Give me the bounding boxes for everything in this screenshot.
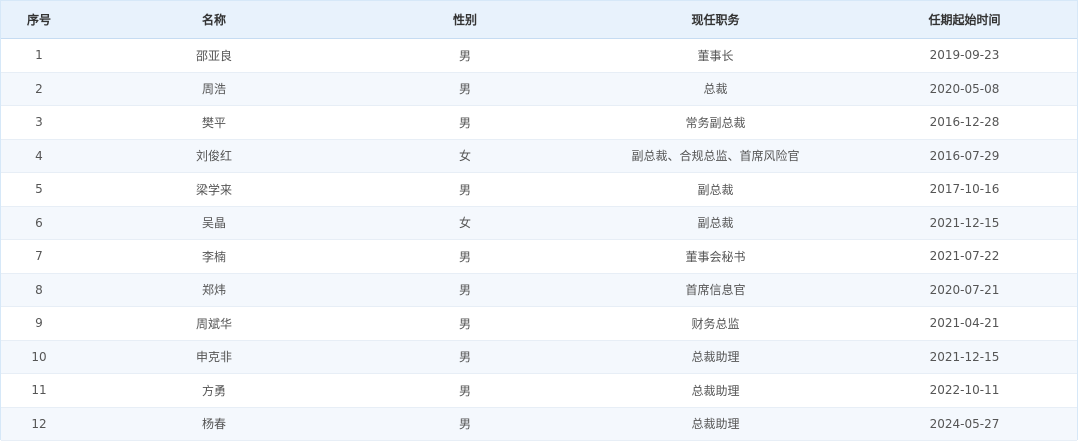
cell-gender: 女 [458,216,471,231]
cell-index: 9 [35,316,43,331]
table-row: 7 李楠 男 董事会秘书 2021-07-22 [1,240,1077,274]
header-position[interactable]: 现任职务 [579,1,852,38]
cell-index: 12 [31,416,47,431]
cell-index: 2 [35,81,43,96]
cell-gender: 男 [458,182,471,197]
cell-name: 邵亚良 [195,48,232,63]
table-row: 5 梁学来 男 副总裁 2017-10-16 [1,173,1077,207]
cell-name: 吴晶 [201,216,226,231]
header-gender[interactable]: 性别 [351,1,579,38]
table-row: 10 申克非 男 总裁助理 2021-12-15 [1,340,1077,374]
table-row: 8 郑炜 男 首席信息官 2020-07-21 [1,273,1077,307]
cell-gender: 男 [458,383,471,398]
cell-start-date: 2019-09-23 [929,48,1000,63]
cell-position: 首席信息官 [685,283,746,298]
table-row: 4 刘俊红 女 副总裁、合规总监、首席风险官 2016-07-29 [1,139,1077,173]
cell-start-date: 2021-04-21 [929,316,1000,331]
cell-name: 周浩 [201,82,226,97]
cell-name: 杨春 [201,417,226,432]
cell-index: 4 [35,148,43,163]
cell-gender: 男 [458,316,471,331]
cell-name: 周斌华 [195,316,232,331]
cell-name: 方勇 [201,383,226,398]
cell-name: 李楠 [201,249,226,264]
cell-index: 3 [35,115,43,130]
cell-position: 董事长 [697,48,734,63]
table-row: 9 周斌华 男 财务总监 2021-04-21 [1,307,1077,341]
executives-table: 序号 名称 性别 现任职务 任期起始时间 1 邵亚良 男 董事长 2019-09… [0,0,1078,441]
cell-position: 总裁助理 [691,383,740,398]
cell-name: 樊平 [201,115,226,130]
cell-start-date: 2020-05-08 [929,81,1000,96]
cell-index: 11 [31,383,47,398]
cell-index: 7 [35,249,43,264]
cell-position: 副总裁、合规总监、首席风险官 [631,149,800,164]
cell-start-date: 2021-12-15 [929,349,1000,364]
cell-name: 郑炜 [201,283,226,298]
cell-gender: 男 [458,115,471,130]
cell-position: 副总裁 [697,216,734,231]
cell-position: 副总裁 [697,182,734,197]
cell-start-date: 2022-10-11 [929,383,1000,398]
cell-position: 财务总监 [691,316,740,331]
cell-start-date: 2017-10-16 [929,182,1000,197]
cell-position: 总裁助理 [691,350,740,365]
table-row: 1 邵亚良 男 董事长 2019-09-23 [1,39,1077,73]
cell-index: 1 [35,48,43,63]
table-row: 12 杨春 男 总裁助理 2024-05-27 [1,407,1077,441]
cell-start-date: 2020-07-21 [929,282,1000,297]
cell-position: 总裁 [703,82,728,97]
cell-gender: 男 [458,350,471,365]
cell-gender: 男 [458,417,471,432]
cell-start-date: 2016-07-29 [929,148,1000,163]
cell-index: 6 [35,215,43,230]
cell-start-date: 2021-12-15 [929,215,1000,230]
cell-position: 常务副总裁 [685,115,746,130]
table-row: 11 方勇 男 总裁助理 2022-10-11 [1,374,1077,408]
cell-gender: 男 [458,48,471,63]
cell-index: 5 [35,182,43,197]
cell-start-date: 2024-05-27 [929,416,1000,431]
cell-name: 梁学来 [195,182,232,197]
header-index[interactable]: 序号 [1,1,77,38]
cell-gender: 女 [458,149,471,164]
cell-gender: 男 [458,283,471,298]
cell-gender: 男 [458,82,471,97]
cell-start-date: 2021-07-22 [929,249,1000,264]
table-row: 3 樊平 男 常务副总裁 2016-12-28 [1,106,1077,140]
cell-gender: 男 [458,249,471,264]
cell-index: 10 [31,349,47,364]
cell-name: 刘俊红 [195,149,232,164]
cell-position: 总裁助理 [691,417,740,432]
table-row: 6 吴晶 女 副总裁 2021-12-15 [1,206,1077,240]
header-name[interactable]: 名称 [77,1,351,38]
table-row: 2 周浩 男 总裁 2020-05-08 [1,72,1077,106]
cell-position: 董事会秘书 [685,249,746,264]
cell-start-date: 2016-12-28 [929,115,1000,130]
header-start-date[interactable]: 任期起始时间 [852,1,1077,38]
cell-index: 8 [35,282,43,297]
table-header: 序号 名称 性别 现任职务 任期起始时间 [1,1,1077,39]
cell-name: 申克非 [195,350,232,365]
